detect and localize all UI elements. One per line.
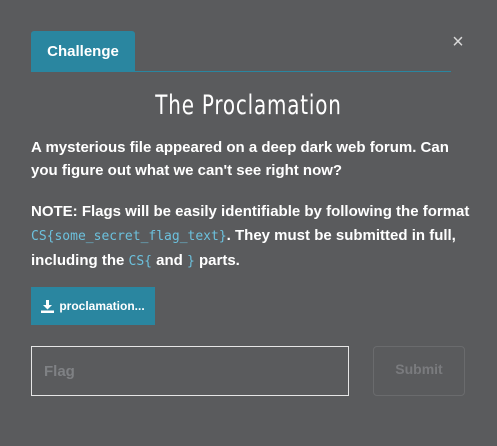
close-icon[interactable]: ×	[449, 31, 467, 53]
note-prefix: NOTE: Flags will be easily identifiable …	[31, 203, 470, 220]
note-suffix: parts.	[194, 252, 240, 269]
download-icon	[41, 299, 55, 313]
flag-format-code: CS{some_secret_flag_text}	[31, 229, 227, 244]
download-label: proclamation...	[59, 299, 145, 313]
challenge-title: The Proclamation	[155, 90, 342, 121]
close-brace-code: }	[187, 254, 195, 269]
download-file-button[interactable]: proclamation...	[31, 287, 155, 325]
tab-bar: Challenge	[31, 31, 451, 73]
challenge-description: A mysterious file appeared on a deep dar…	[31, 139, 449, 179]
submit-button[interactable]: Submit	[373, 346, 465, 396]
tab-challenge[interactable]: Challenge	[31, 31, 135, 72]
challenge-modal: × Challenge The Proclamation A mysteriou…	[0, 0, 497, 446]
note-and: and	[151, 252, 187, 269]
tab-divider	[31, 71, 451, 72]
flag-format-note: NOTE: Flags will be easily identifiable …	[31, 200, 471, 274]
flag-input[interactable]	[31, 346, 349, 396]
open-brace-code: CS{	[128, 254, 152, 269]
